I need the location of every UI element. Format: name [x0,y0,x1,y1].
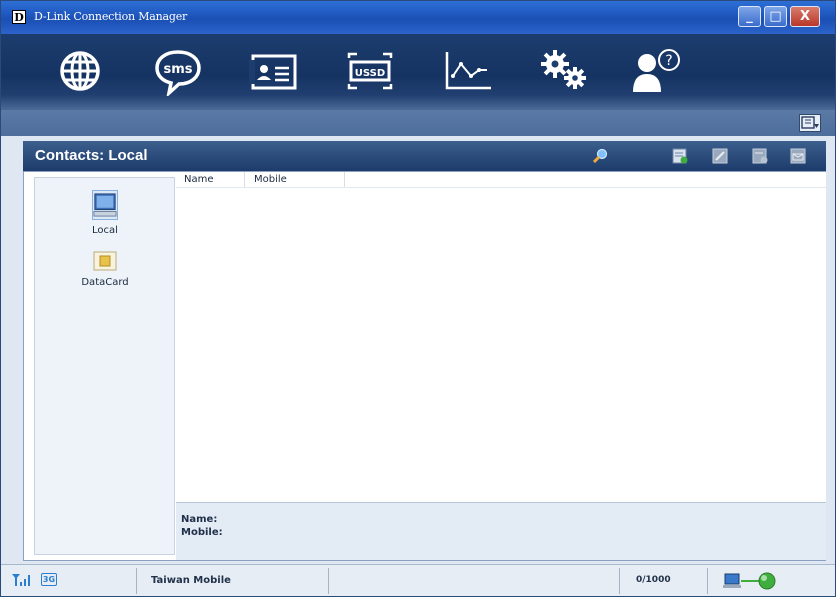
delete-contact-icon [752,148,768,164]
toolbar-settings-button[interactable] [537,46,591,96]
search-button[interactable] [591,147,609,165]
contact-source-tree: Local DataCard [34,177,175,555]
help-icon: ? [633,49,680,92]
new-contact-button[interactable] [671,147,689,165]
title-bar[interactable]: D D-Link Connection Manager _ □ X [1,1,835,34]
contacts-icon [249,54,297,90]
settings-icon [541,50,586,89]
sms-icon-text: sms [163,62,192,77]
contacts-panel: Local DataCard Name Mobile Name: Mobile: [23,171,826,561]
globe-icon [60,51,100,91]
statistics-icon [445,52,491,90]
sub-toolbar [1,110,835,136]
edit-contact-button[interactable] [711,147,729,165]
signal-strength-icon [12,574,30,586]
table-header: Name Mobile [176,172,826,188]
contacts-table[interactable]: Name Mobile [176,172,826,502]
network-type-badge: 3G [41,573,57,586]
status-divider [136,568,137,594]
tree-item-datacard[interactable]: DataCard [70,250,140,288]
tree-item-label: Local [92,225,118,236]
detail-mobile-label: Mobile: [181,527,223,538]
column-header-mobile[interactable]: Mobile [254,174,287,187]
svg-text:?: ? [665,53,672,69]
toolbar-contacts-button[interactable] [247,46,301,96]
tree-item-local[interactable]: Local [70,190,140,236]
detail-name-label: Name: [181,514,218,525]
toolbar-help-button[interactable]: ? [629,46,683,96]
column-divider[interactable] [344,172,345,187]
sms-icon: sms [155,50,201,98]
status-bar: 3G Taiwan Mobile 0/1000 [1,564,835,596]
new-contact-icon [672,148,688,164]
search-icon [592,148,608,164]
view-toggle-button[interactable] [799,114,821,132]
toolbar-sms-button[interactable]: sms [151,46,205,98]
delete-contact-button[interactable] [751,147,769,165]
computer-icon [92,190,118,220]
column-header-name[interactable]: Name [184,174,214,187]
maximize-button[interactable]: □ [764,6,787,27]
edit-contact-icon [712,148,728,164]
send-message-icon [790,148,806,164]
status-divider [619,568,620,594]
tree-item-label: DataCard [81,277,129,288]
dlink-logo-icon: D [12,10,26,24]
status-divider [328,568,329,594]
window-title: D-Link Connection Manager [34,10,188,23]
minimize-button[interactable]: _ [738,6,761,27]
app-window: D D-Link Connection Manager _ □ X sms US… [0,0,836,597]
ussd-icon-text: USSD [355,68,385,79]
ussd-icon: USSD [347,52,393,90]
toolbar-internet-button[interactable] [53,46,107,96]
sms-storage-count: 0/1000 [636,575,671,585]
contacts-panel-header: Contacts: Local [23,141,826,171]
connection-status-icon [723,572,776,590]
sim-card-icon [93,251,117,271]
column-divider[interactable] [244,172,245,187]
main-toolbar: sms USSD ? [1,34,835,110]
toolbar-ussd-button[interactable]: USSD [343,46,397,96]
view-list-icon [801,116,819,129]
status-divider [707,568,708,594]
send-message-button[interactable] [789,147,807,165]
contact-detail-pane: Name: Mobile: [176,502,826,560]
page-title: Contacts: Local [35,147,148,164]
toolbar-statistics-button[interactable] [441,46,495,96]
close-button[interactable]: X [790,6,820,27]
carrier-name: Taiwan Mobile [151,575,231,586]
